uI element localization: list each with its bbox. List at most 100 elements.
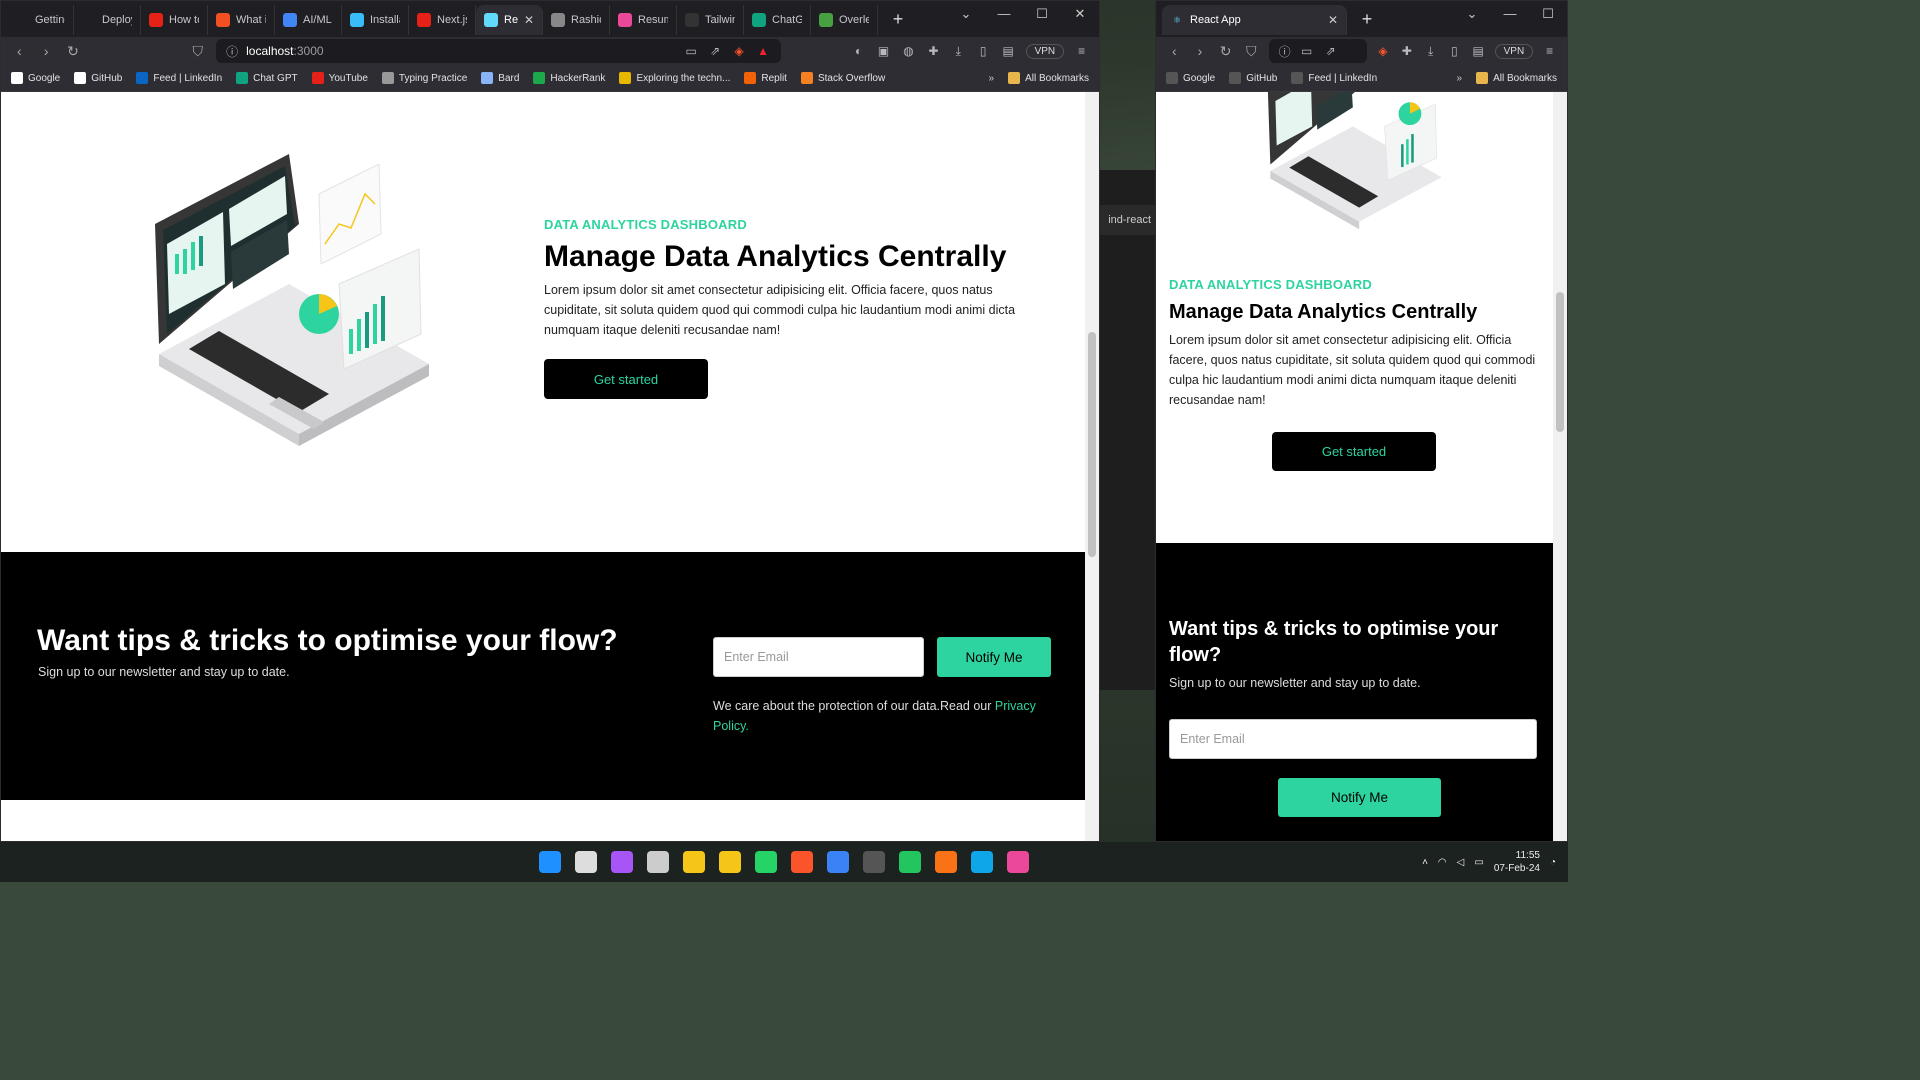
new-tab-button[interactable]: +: [888, 9, 908, 30]
extensions-puzzle-icon[interactable]: ✚: [926, 44, 941, 58]
bookmark-page-icon[interactable]: ⛉: [189, 43, 206, 60]
extension-mouse-icon[interactable]: ◍: [901, 44, 916, 58]
close-tab-icon[interactable]: ✕: [1328, 13, 1338, 27]
bookmark-item[interactable]: Feed | LinkedIn: [136, 72, 222, 84]
whatsapp-icon[interactable]: [755, 851, 777, 873]
tab-1[interactable]: Deploym: [74, 5, 141, 35]
bookmark-item[interactable]: Stack Overflow: [800, 72, 885, 84]
vpn-button[interactable]: VPN: [1494, 43, 1534, 59]
reload-button[interactable]: ↻: [65, 43, 82, 60]
back-button[interactable]: ‹: [1166, 43, 1183, 59]
xampp-icon[interactable]: [935, 851, 957, 873]
forward-button[interactable]: ›: [38, 43, 55, 59]
notification-icon[interactable]: ◔: [1550, 857, 1556, 868]
menu-icon[interactable]: ≡: [1074, 44, 1089, 58]
close-window-button[interactable]: ✕: [1061, 1, 1099, 31]
address-bar-right[interactable]: ⓘ ▭ ⇗: [1268, 39, 1367, 63]
clock[interactable]: 11:55 07-Feb-24: [1494, 849, 1540, 875]
email-input[interactable]: Enter Email: [713, 637, 924, 677]
share-icon[interactable]: ⇗: [1323, 44, 1339, 58]
chrome-icon[interactable]: [683, 851, 705, 873]
wallet-icon[interactable]: ▤: [1471, 44, 1486, 58]
scrollbar-thumb[interactable]: [1088, 332, 1096, 557]
tab-4[interactable]: AI/ML fr: [275, 5, 342, 35]
maximize-button[interactable]: ☐: [1023, 1, 1061, 31]
tab-3[interactable]: What is: [208, 5, 275, 35]
file-explorer-icon[interactable]: [719, 851, 741, 873]
tab-10[interactable]: Tailwind: [677, 5, 744, 35]
tab-12[interactable]: Overleaf: [811, 5, 878, 35]
windows-start-icon[interactable]: [539, 851, 561, 873]
tab-0[interactable]: Getting S: [7, 5, 74, 35]
wifi-icon[interactable]: ◠: [1438, 857, 1447, 868]
tab-2[interactable]: How to: [141, 5, 208, 35]
tab-6[interactable]: Next.js,: [409, 5, 476, 35]
cast-icon[interactable]: ▭: [1299, 44, 1315, 58]
tab-search-chevron-icon[interactable]: ⌄: [1453, 1, 1491, 31]
downloads-icon[interactable]: ⤓: [1423, 44, 1438, 59]
sidebar-icon[interactable]: ▯: [1447, 44, 1462, 58]
email-input[interactable]: Enter Email: [1169, 719, 1537, 759]
maximize-button[interactable]: ☐: [1529, 1, 1567, 31]
bookmark-item[interactable]: Google: [11, 72, 60, 84]
back-button[interactable]: ‹: [11, 43, 28, 59]
site-info-icon[interactable]: ⓘ: [1279, 43, 1291, 60]
all-bookmarks-folder[interactable]: All Bookmarks: [1008, 72, 1089, 84]
page-scrollbar[interactable]: [1085, 92, 1099, 841]
notify-me-button[interactable]: Notify Me: [937, 637, 1051, 677]
bookmarks-overflow-icon[interactable]: »: [1457, 73, 1463, 84]
bookmark-item[interactable]: Bard: [481, 72, 519, 84]
minimize-button[interactable]: —: [985, 1, 1023, 31]
extension-icon[interactable]: ◐: [851, 44, 866, 58]
downloads-icon[interactable]: ⤓: [951, 44, 966, 59]
brave-rewards-icon[interactable]: ▲: [755, 44, 771, 58]
task-view-icon[interactable]: [647, 851, 669, 873]
page-scrollbar-right[interactable]: [1553, 92, 1567, 841]
get-started-button[interactable]: Get started: [544, 359, 708, 399]
bookmark-item[interactable]: GitHub: [74, 72, 122, 84]
search-icon[interactable]: [575, 851, 597, 873]
tab-9[interactable]: Resume: [610, 5, 677, 35]
reload-button[interactable]: ↻: [1217, 43, 1234, 60]
bookmark-item[interactable]: Feed | LinkedIn: [1291, 72, 1377, 84]
address-bar[interactable]: ⓘ localhost:3000 ▭ ⇗ ◈ ▲: [216, 39, 782, 63]
site-info-icon[interactable]: ⓘ: [226, 43, 238, 60]
bookmark-item[interactable]: HackerRank: [533, 72, 605, 84]
volume-icon[interactable]: ◁: [1457, 857, 1465, 868]
tab-5[interactable]: Installati: [342, 5, 409, 35]
paint-icon[interactable]: [899, 851, 921, 873]
get-started-button[interactable]: Get started: [1272, 432, 1436, 471]
bookmark-item[interactable]: GitHub: [1229, 72, 1277, 84]
share-icon[interactable]: ⇗: [707, 44, 723, 58]
new-tab-button[interactable]: +: [1357, 9, 1377, 30]
battery-icon[interactable]: ▭: [1474, 857, 1483, 868]
sidebar-icon[interactable]: ▯: [976, 44, 991, 58]
bookmark-page-icon[interactable]: ⛉: [1243, 43, 1260, 60]
edge-icon[interactable]: [971, 851, 993, 873]
wallet-icon[interactable]: ▤: [1001, 44, 1016, 58]
bookmark-item[interactable]: Google: [1166, 72, 1215, 84]
tab-react-app[interactable]: ⚛ React App ✕: [1162, 5, 1347, 35]
tray-chevron-icon[interactable]: ˄: [1422, 857, 1428, 868]
forward-button[interactable]: ›: [1192, 43, 1209, 59]
bookmark-item[interactable]: Typing Practice: [381, 72, 467, 84]
bookmark-item[interactable]: Exploring the techn...: [619, 72, 730, 84]
bookmarks-overflow-icon[interactable]: »: [989, 73, 995, 84]
tab-search-chevron-icon[interactable]: ⌄: [947, 1, 985, 31]
all-bookmarks-folder[interactable]: All Bookmarks: [1476, 72, 1557, 84]
brave-icon[interactable]: [791, 851, 813, 873]
scrollbar-thumb[interactable]: [1556, 292, 1564, 432]
bookmark-item[interactable]: YouTube: [311, 72, 368, 84]
terminal-icon[interactable]: [863, 851, 885, 873]
cast-icon[interactable]: ▭: [683, 44, 699, 58]
tab-11[interactable]: ChatGPT: [744, 5, 811, 35]
vpn-button[interactable]: VPN: [1025, 43, 1065, 59]
jetbrains-icon[interactable]: [1007, 851, 1029, 873]
tab-8[interactable]: Rashid S: [543, 5, 610, 35]
extensions-puzzle-icon[interactable]: ✚: [1399, 44, 1414, 58]
menu-icon[interactable]: ≡: [1542, 44, 1557, 58]
close-tab-icon[interactable]: ✕: [524, 13, 534, 27]
tab-7[interactable]: Rea ✕: [476, 5, 543, 35]
minimize-button[interactable]: —: [1491, 1, 1529, 31]
vscode-icon[interactable]: [827, 851, 849, 873]
